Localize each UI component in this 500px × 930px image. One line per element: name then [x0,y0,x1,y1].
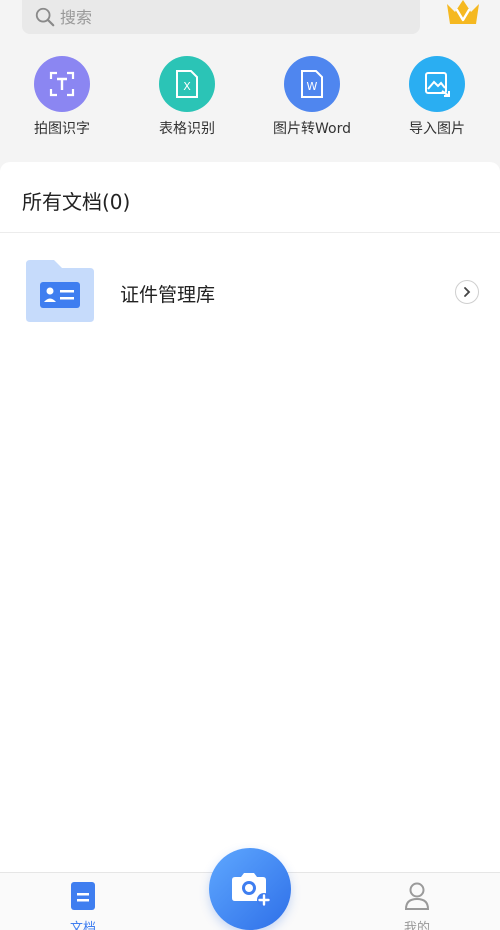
folder-name: 证件管理库 [120,284,216,306]
nav-documents[interactable]: 文档 [43,881,123,930]
camera-add-button[interactable] [209,848,291,930]
document-icon [71,882,95,910]
tool-label: 导入图片 [409,121,465,137]
svg-text:X: X [183,80,191,93]
excel-icon: X [159,56,215,112]
word-icon: W [284,56,340,112]
search-icon [35,7,55,27]
tool-label: 表格识别 [159,121,215,137]
nav-mine[interactable]: 我的 [377,881,457,930]
folder-item[interactable]: 证件管理库 [0,252,500,332]
nav-mine-label: 我的 [403,921,430,930]
divider [0,232,500,233]
text-scan-icon [34,56,90,112]
search-bar[interactable] [22,0,420,34]
nav-documents-label: 文档 [69,921,96,930]
camera-plus-icon [232,873,271,907]
svg-text:W: W [307,80,318,93]
search-input[interactable] [60,7,360,27]
tool-image-to-word[interactable]: W 图片转Word [257,56,367,138]
image-import-icon [409,56,465,112]
chevron-right-icon[interactable] [455,280,479,304]
tool-label: 图片转Word [273,121,351,137]
quick-tools: 拍图识字 X 表格识别 W 图片转Word 导入图片 [0,56,500,140]
tool-label: 拍图识字 [34,121,90,137]
user-icon [404,882,430,910]
tool-photo-ocr[interactable]: 拍图识字 [7,56,117,138]
vip-crown-icon[interactable] [444,0,482,26]
tool-table-recognition[interactable]: X 表格识别 [132,56,242,138]
documents-card: 所有文档(0) 证件管理库 [0,162,500,872]
id-card-folder-icon [26,260,94,322]
tool-import-image[interactable]: 导入图片 [382,56,492,138]
documents-title: 所有文档(0) [22,190,131,214]
